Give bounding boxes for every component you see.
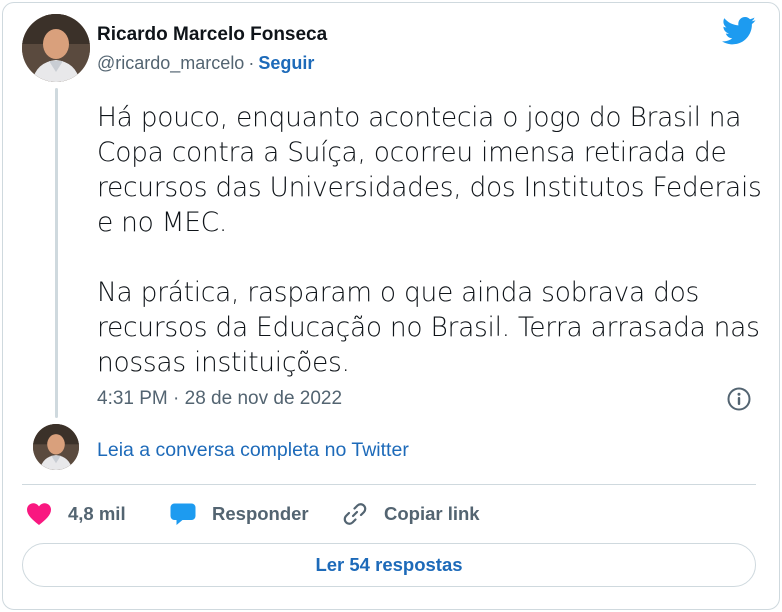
read-conversation-link[interactable]: Leia a conversa completa no Twitter: [97, 439, 409, 462]
author-handle[interactable]: @ricardo_marcelo: [97, 53, 244, 73]
tweet-paragraph: Há pouco, enquanto acontecia o jogo do B…: [97, 102, 762, 238]
twitter-bird-icon[interactable]: [722, 16, 756, 46]
tweet-text: Há pouco, enquanto acontecia o jogo do B…: [97, 100, 767, 380]
link-icon: [343, 503, 367, 525]
heart-icon: [27, 503, 51, 525]
like-count: 4,8 mil: [68, 503, 126, 524]
speech-bubble-icon: [170, 503, 196, 525]
read-replies-button[interactable]: Ler 54 respostas: [22, 543, 756, 587]
reply-button[interactable]: Responder: [170, 500, 309, 528]
like-button[interactable]: 4,8 mil: [26, 500, 126, 528]
author-avatar[interactable]: [22, 14, 90, 82]
author-avatar-small[interactable]: [33, 424, 79, 470]
separator-dot: ·: [248, 53, 255, 73]
tweet-timestamp[interactable]: 4:31 PM · 28 de nov de 2022: [97, 388, 342, 410]
author-name[interactable]: Ricardo Marcelo Fonseca: [97, 24, 327, 46]
author-handle-line: @ricardo_marcelo · Seguir: [97, 53, 314, 74]
copy-link-button[interactable]: Copiar link: [342, 500, 480, 528]
info-icon[interactable]: [726, 386, 752, 412]
tweet-paragraph: Na prática, rasparam o que ainda sobrava…: [97, 277, 760, 378]
copy-link-label: Copiar link: [384, 503, 480, 524]
divider: [22, 484, 756, 485]
follow-link[interactable]: Seguir: [258, 53, 314, 73]
reply-label: Responder: [212, 503, 309, 524]
thread-line: [55, 88, 58, 418]
